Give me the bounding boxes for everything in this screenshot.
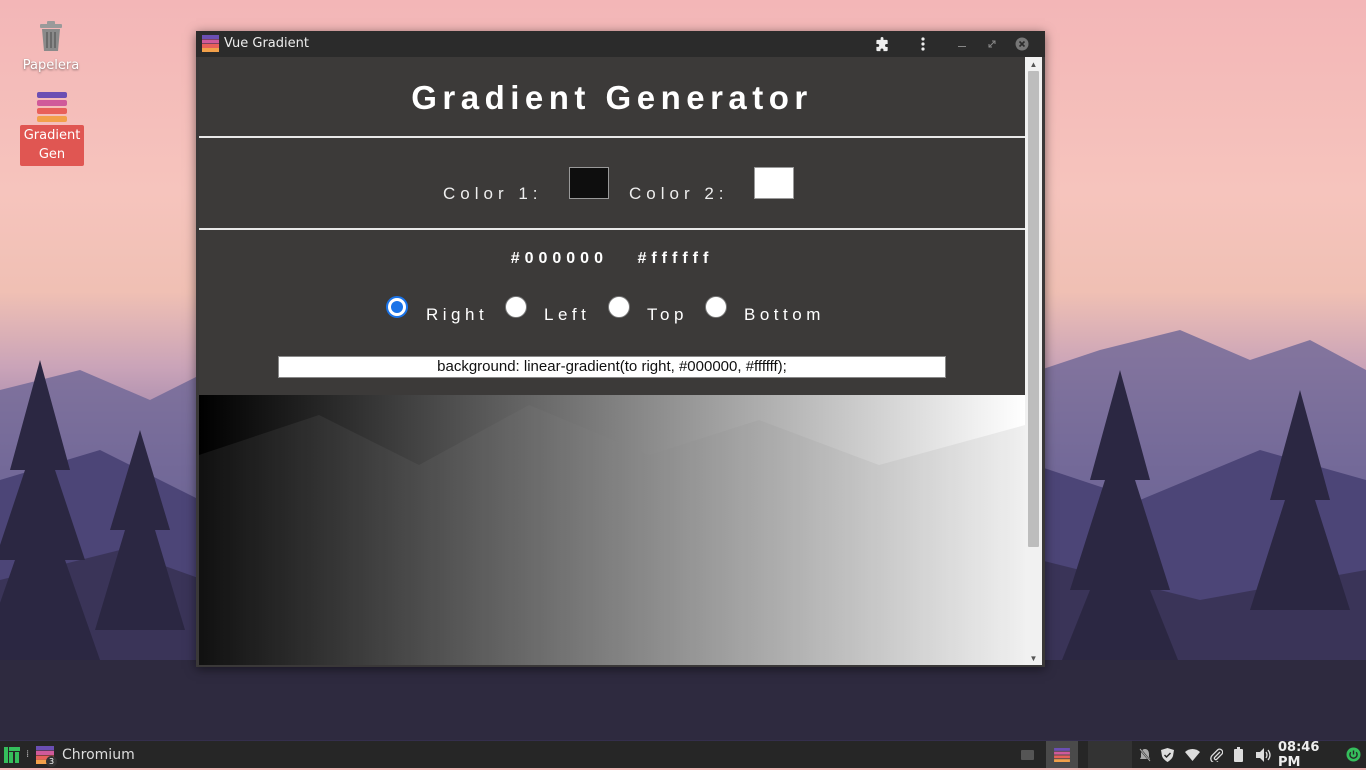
desktop-icon-gradient-gen[interactable]: Gradient Gen [20, 92, 84, 166]
desktop-icon-label: Gradient Gen [20, 125, 84, 166]
direction-top-radio[interactable] [608, 296, 630, 318]
minimize-button[interactable] [953, 35, 971, 53]
scrollbar-thumb[interactable] [1028, 71, 1039, 547]
color2-label: Color 2: [629, 184, 729, 203]
security-shield-icon[interactable] [1161, 741, 1175, 768]
page-content: Gradient Generator Color 1: Color 2: #00… [199, 57, 1025, 665]
show-desktop-icon[interactable] [1021, 741, 1035, 768]
wifi-icon[interactable] [1185, 741, 1201, 768]
divider [199, 228, 1025, 230]
kebab-menu-icon [921, 37, 925, 51]
trash-icon [40, 21, 62, 51]
gradient-app-icon [1054, 747, 1070, 762]
direction-left-label[interactable]: Left [544, 305, 590, 325]
color1-picker[interactable] [569, 167, 609, 199]
app-grid-icon[interactable]: ⁞ [26, 741, 34, 768]
direction-options: Right Left Top Bottom [199, 294, 1025, 334]
app-icon [202, 35, 219, 52]
minimize-icon [958, 46, 966, 47]
extensions-button[interactable] [873, 35, 891, 53]
clipboard-attachment-icon[interactable] [1210, 741, 1224, 768]
workspace-2[interactable] [1088, 741, 1132, 768]
puzzle-icon [875, 36, 888, 51]
direction-top-label[interactable]: Top [647, 305, 688, 325]
window-titlebar[interactable]: Vue Gradient [196, 31, 1045, 57]
menu-button[interactable] [914, 35, 932, 53]
css-output-field[interactable]: background: linear-gradient(to right, #0… [278, 356, 946, 378]
start-menu-button[interactable] [4, 741, 22, 768]
direction-bottom-radio[interactable] [705, 296, 727, 318]
color-pickers-row: Color 1: Color 2: [199, 167, 1025, 227]
page-title: Gradient Generator [411, 79, 813, 116]
scroll-up-arrow-icon[interactable]: ▲ [1025, 57, 1042, 71]
direction-right-radio[interactable] [386, 296, 408, 318]
notifications-muted-icon[interactable] [1139, 741, 1153, 768]
desktop-icon-trash[interactable]: Papelera [19, 20, 83, 75]
divider [199, 136, 1025, 138]
window-title: Vue Gradient [224, 36, 309, 51]
hex-values: #000000 #ffffff [199, 250, 1025, 268]
color2-picker[interactable] [754, 167, 794, 199]
maximize-button[interactable] [983, 35, 1001, 53]
direction-bottom-label[interactable]: Bottom [744, 305, 825, 325]
preview-background-texture [199, 405, 1025, 665]
task-label: Chromium [62, 746, 135, 763]
battery-icon[interactable] [1234, 741, 1246, 768]
desktop-icon-label: Papelera [22, 58, 80, 73]
task-count-badge: 3 [46, 755, 57, 767]
power-icon[interactable] [1346, 741, 1362, 768]
scroll-down-arrow-icon[interactable]: ▼ [1025, 651, 1042, 665]
workspace-1[interactable] [1046, 741, 1078, 768]
color1-label: Color 1: [443, 184, 543, 203]
manjaro-logo-icon [4, 746, 20, 763]
close-icon [1015, 37, 1029, 51]
taskbar-task-chromium[interactable]: 3 Chromium [36, 741, 136, 768]
gradient-app-icon [37, 92, 67, 122]
direction-right-label[interactable]: Right [426, 305, 488, 325]
color2-hex: #ffffff [637, 250, 714, 267]
close-button[interactable] [1013, 35, 1031, 53]
app-window: Vue Gradient Gradient Generator Color 1:… [196, 31, 1045, 667]
color1-hex: #000000 [510, 250, 608, 267]
volume-icon[interactable] [1256, 741, 1274, 768]
vertical-scrollbar[interactable]: ▲ ▼ [1025, 57, 1042, 665]
taskbar: ⁞ 3 Chromium 08:46 PM [0, 740, 1366, 770]
clock[interactable]: 08:46 PM [1278, 740, 1340, 770]
direction-left-radio[interactable] [505, 296, 527, 318]
maximize-icon [988, 40, 996, 48]
